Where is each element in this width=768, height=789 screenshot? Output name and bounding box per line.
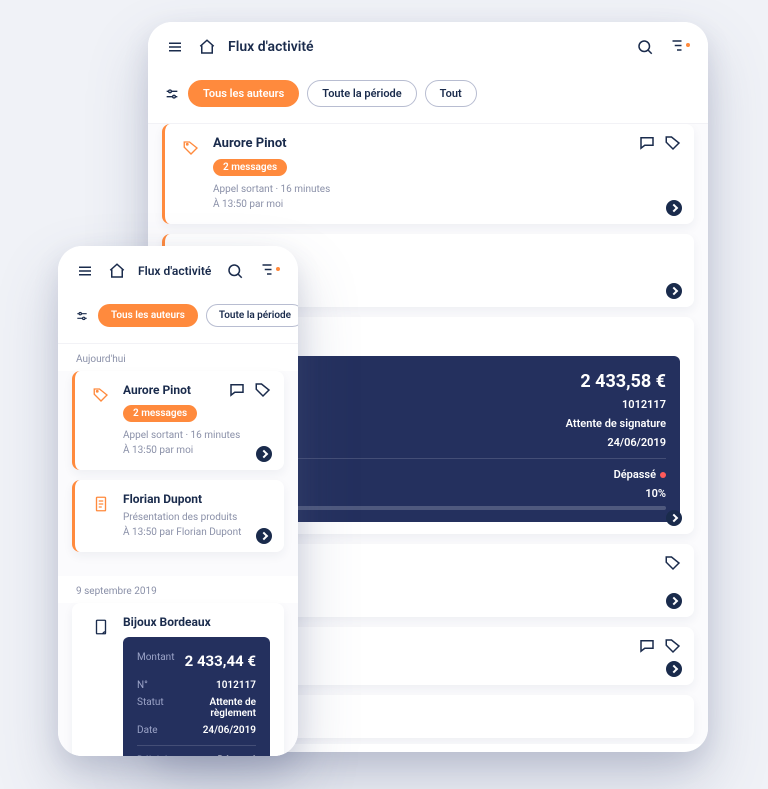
panel-date: 24/06/2019 <box>607 436 666 449</box>
open-arrow[interactable] <box>666 510 682 526</box>
card-name: Aurore Pinot <box>213 136 330 151</box>
num-v: 1012117 <box>216 680 256 691</box>
section-today: Aujourd'hui <box>58 344 298 371</box>
filter-icon[interactable] <box>666 36 688 58</box>
card-sub2: À 13:50 par moi <box>123 443 240 458</box>
card-sub1: Appel sortant · 16 minutes <box>213 182 330 197</box>
filter-period[interactable]: Toute la période <box>307 80 416 107</box>
panel-delay: Dépassé <box>614 468 666 481</box>
status-v: Attente de règlement <box>164 697 256 719</box>
search-icon[interactable] <box>634 36 656 58</box>
phone-frame: Flux d'activité Tous les auteurs Toute l… <box>58 246 298 756</box>
page-title: Flux d'activité <box>138 264 214 278</box>
filter-icon[interactable] <box>256 260 278 282</box>
filter-indicator-dot <box>686 43 690 47</box>
topbar: Flux d'activité <box>58 246 298 296</box>
activity-card-bijoux[interactable]: Bijoux Bordeaux Montant 2 433,44 € N° 1012… <box>72 603 284 756</box>
delay-k: Délai de signature <box>137 755 211 756</box>
activity-card-florian[interactable]: Florian Dupont Présentation des produits… <box>72 480 284 552</box>
filter-all[interactable]: Tout <box>425 80 477 107</box>
tag-action-icon[interactable] <box>664 554 682 572</box>
card-sub1: Appel sortant · 16 minutes <box>123 428 240 443</box>
comment-icon[interactable] <box>638 637 656 655</box>
tag-action-icon[interactable] <box>664 637 682 655</box>
filter-row: Tous les auteurs Toute la période Tout <box>148 72 708 124</box>
filter-row: Tous les auteurs Toute la période Tou <box>58 296 298 344</box>
amount-k: Montant <box>137 652 174 670</box>
status-k: Statut <box>137 697 164 719</box>
card-name: Aurore Pinot <box>123 383 240 397</box>
home-icon[interactable] <box>196 36 218 58</box>
open-arrow[interactable] <box>666 661 682 677</box>
sliders-icon[interactable] <box>74 308 90 324</box>
quote-panel-phone: Montant 2 433,44 € N° 1012117 StatutAttent… <box>123 637 270 756</box>
num-k: N° <box>137 680 148 691</box>
filter-indicator-dot <box>276 267 280 271</box>
page-title: Flux d'activité <box>228 39 624 55</box>
topbar: Flux d'activité <box>148 22 708 72</box>
panel-number: 1012117 <box>622 398 666 411</box>
tag-action-icon[interactable] <box>664 134 682 152</box>
card-sub2: À 13:50 par moi <box>213 197 330 212</box>
comment-icon[interactable] <box>228 381 246 399</box>
comment-icon[interactable] <box>638 134 656 152</box>
document-icon <box>89 492 113 516</box>
delay-v: Dépassé <box>211 755 256 756</box>
search-icon[interactable] <box>224 260 246 282</box>
invoice-icon <box>89 615 113 639</box>
card-name: Bijoux Bordeaux <box>123 615 270 629</box>
tag-icon <box>179 136 203 160</box>
menu-icon[interactable] <box>164 36 186 58</box>
card-sub1: Présentation des produits <box>123 510 241 525</box>
activity-card-aurore[interactable]: Aurore Pinot 2 messages Appel sortant · … <box>72 371 284 470</box>
home-icon[interactable] <box>106 260 128 282</box>
section-sept9: 9 septembre 2019 <box>58 576 298 603</box>
filter-period[interactable]: Toute la période <box>206 304 298 327</box>
open-arrow[interactable] <box>256 446 272 462</box>
amount-v: 2 433,44 € <box>185 652 256 670</box>
date-v: 24/06/2019 <box>203 725 256 736</box>
date-k: Date <box>137 725 158 736</box>
filter-authors[interactable]: Tous les auteurs <box>188 80 299 107</box>
open-arrow[interactable] <box>666 283 682 299</box>
panel-status: Attente de signature <box>566 417 666 430</box>
open-arrow[interactable] <box>666 200 682 216</box>
filter-authors[interactable]: Tous les auteurs <box>98 304 198 327</box>
card-sub2: À 13:50 par Florian Dupont <box>123 525 241 540</box>
messages-badge: 2 messages <box>123 405 197 422</box>
card-name: Florian Dupont <box>123 492 241 506</box>
tag-action-icon[interactable] <box>254 381 272 399</box>
sliders-icon[interactable] <box>164 86 180 102</box>
tag-icon <box>89 383 113 407</box>
phone-content: Aurore Pinot 2 messages Appel sortant · … <box>58 371 298 576</box>
panel-amount: 2 433,58 € <box>580 371 666 392</box>
activity-card-aurore[interactable]: Aurore Pinot 2 messages Appel sortant · … <box>162 124 694 224</box>
open-arrow[interactable] <box>256 528 272 544</box>
panel-chance: 10% <box>645 487 666 500</box>
menu-icon[interactable] <box>74 260 96 282</box>
messages-badge: 2 messages <box>213 159 287 176</box>
phone-content-2: Bijoux Bordeaux Montant 2 433,44 € N° 1012… <box>58 603 298 756</box>
open-arrow[interactable] <box>666 593 682 609</box>
